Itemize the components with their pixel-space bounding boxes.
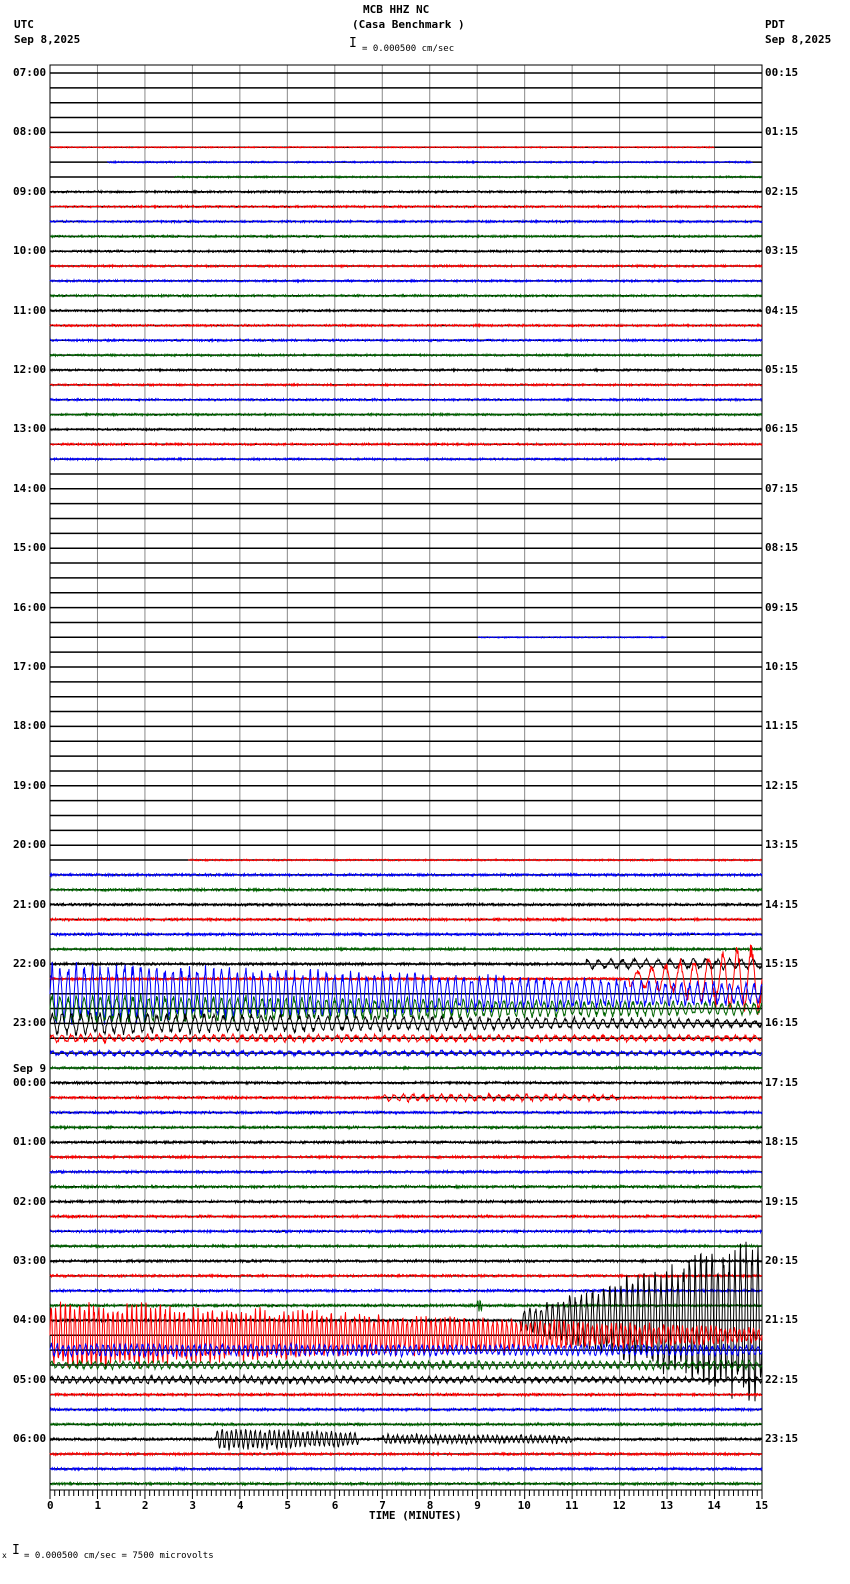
utc-hour-label: 08:00 — [13, 125, 47, 139]
x-tick-label: 1 — [94, 1499, 102, 1512]
seismogram-plot — [49, 64, 763, 1499]
x-tick-label: 4 — [236, 1499, 244, 1512]
utc-hour-label: 03:00 — [13, 1254, 47, 1267]
seismic-trace — [49, 307, 763, 314]
seismic-trace — [49, 1124, 763, 1131]
seismic-trace — [49, 145, 715, 150]
x-axis-label: TIME (MINUTES) — [369, 1509, 462, 1522]
pdt-hour-label: 09:15 — [765, 600, 799, 614]
utc-hour-label: 05:00 — [13, 1372, 47, 1386]
x-tick-label: 15 — [755, 1499, 769, 1512]
utc-hour-label: 19:00 — [13, 778, 47, 792]
utc-hour-label: 02:00 — [13, 1194, 47, 1208]
pdt-hour-label: 03:15 — [765, 244, 799, 258]
seismic-trace — [49, 1168, 763, 1176]
pdt-hour-label: 05:15 — [765, 363, 799, 376]
pdt-hour-label: 19:15 — [765, 1194, 799, 1208]
x-tick-label: 3 — [189, 1499, 197, 1512]
utc-hour-label: 07:00 — [13, 66, 47, 79]
utc-hour-label: 23:00 — [13, 1016, 47, 1030]
seismic-trace — [49, 1198, 763, 1205]
footer-scale-icon: I — [12, 1543, 20, 1558]
pdt-hour-label: 23:15 — [765, 1432, 799, 1446]
pdt-hour-label: 06:15 — [765, 422, 799, 436]
utc-hour-label: 15:00 — [13, 541, 47, 555]
pdt-hour-label: 07:15 — [765, 481, 799, 495]
seismic-trace — [49, 1243, 762, 1250]
utc-hour-label: 22:00 — [13, 957, 47, 970]
pdt-hour-label: 04:15 — [765, 303, 799, 317]
utc-hour-label: 18:00 — [13, 719, 47, 733]
x-tick-label: 9 — [474, 1499, 481, 1512]
utc-hour-label: 17:00 — [13, 660, 47, 673]
pdt-hour-label: 12:15 — [765, 778, 799, 792]
x-tick-label: 10 — [517, 1499, 531, 1512]
x-tick-label: 2 — [141, 1499, 149, 1512]
pdt-hour-label: 17:15 — [765, 1075, 799, 1089]
footer-prefix: x — [2, 1551, 7, 1560]
seismic-trace — [49, 1079, 763, 1086]
pdt-hour-label: 11:15 — [765, 719, 799, 733]
seismic-trace — [49, 1091, 763, 1104]
utc-hour-label: 11:00 — [13, 303, 47, 317]
seismic-trace — [49, 1287, 763, 1294]
pdt-hour-label: 10:15 — [765, 660, 799, 673]
utc-hour-label: 12:00 — [13, 363, 47, 376]
seismic-trace — [49, 1450, 763, 1458]
seismic-trace — [49, 1139, 763, 1146]
utc-hour-label: 01:00 — [13, 1135, 47, 1149]
pdt-hour-label: 18:15 — [765, 1135, 799, 1149]
utc-hour-label: 21:00 — [13, 897, 47, 911]
x-tick-label: 11 — [565, 1499, 579, 1512]
seismic-trace — [49, 1301, 763, 1369]
seismic-trace — [50, 946, 763, 953]
utc-hour-label: 13:00 — [13, 422, 47, 436]
seismic-trace — [49, 1299, 763, 1313]
seismic-trace — [49, 1358, 763, 1372]
x-tick-label: 14 — [707, 1499, 721, 1512]
pdt-hour-label: 08:15 — [765, 541, 799, 555]
seismic-trace — [49, 1109, 763, 1116]
x-tick-label: 6 — [331, 1499, 339, 1512]
pdt-hour-label: 01:15 — [765, 125, 799, 139]
footer-scale-text: = 0.000500 cm/sec = 7500 microvolts — [24, 1551, 214, 1561]
seismic-trace — [49, 1153, 763, 1161]
utc-hour-label: 06:00 — [13, 1432, 47, 1446]
seismic-trace — [49, 1465, 763, 1473]
utc-hour-label: 00:00 — [13, 1075, 47, 1089]
pdt-hour-label: 21:15 — [765, 1313, 799, 1327]
utc-hour-label: 10:00 — [13, 244, 47, 258]
x-tick-label: 5 — [284, 1499, 291, 1512]
x-tick-label: 13 — [660, 1499, 674, 1512]
seismic-trace — [49, 916, 763, 923]
utc-hour-label: 09:00 — [13, 184, 47, 198]
pdt-hour-label: 22:15 — [765, 1372, 799, 1386]
utc-hour-label: 20:00 — [13, 838, 47, 852]
seismic-trace — [49, 871, 763, 879]
utc-hour-label: 04:00 — [13, 1313, 47, 1327]
seismic-trace — [49, 1213, 763, 1220]
pdt-hour-label: 13:15 — [765, 838, 799, 852]
seismic-trace — [49, 1428, 763, 1451]
seismic-trace — [49, 382, 763, 388]
pdt-hour-label: 16:15 — [765, 1016, 799, 1030]
pdt-hour-label: 00:15 — [765, 66, 799, 79]
pdt-hour-label: 15:15 — [765, 957, 799, 970]
utc-hour-label: 16:00 — [13, 600, 47, 614]
pdt-hour-label: 02:15 — [765, 184, 799, 198]
day-change-label: Sep 9 — [13, 1061, 47, 1075]
seismic-trace — [49, 1257, 763, 1265]
x-tick-label: 0 — [47, 1499, 54, 1512]
pdt-hour-label: 20:15 — [765, 1254, 799, 1267]
seismic-trace — [49, 1480, 763, 1487]
utc-hour-label: 14:00 — [13, 481, 47, 495]
pdt-hour-label: 14:15 — [765, 897, 799, 911]
x-tick-label: 12 — [612, 1499, 626, 1512]
